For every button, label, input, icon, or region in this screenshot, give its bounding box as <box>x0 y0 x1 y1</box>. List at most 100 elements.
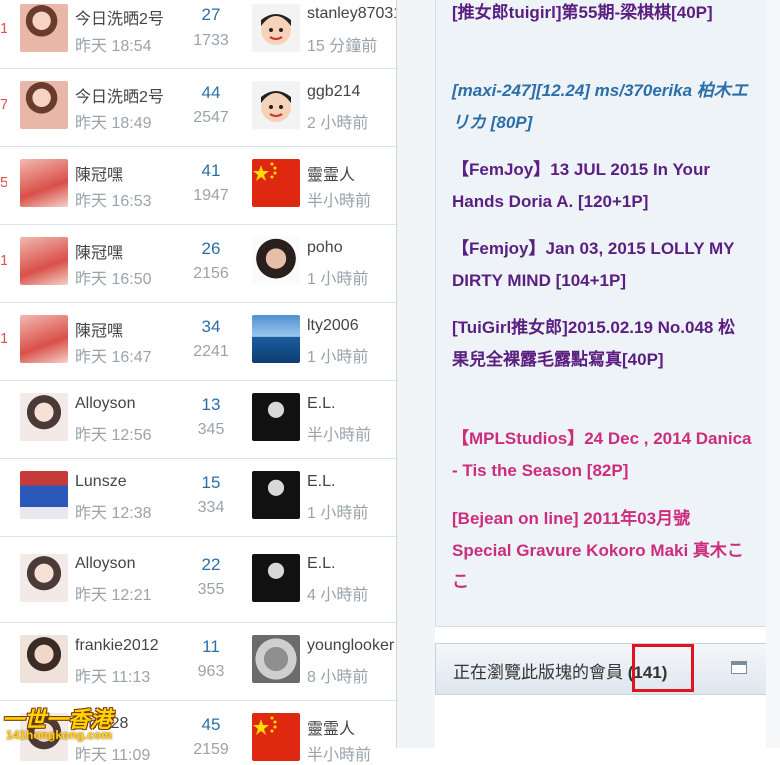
author-name[interactable]: Alloyson <box>75 395 165 413</box>
last-poster-name[interactable]: ggb214 <box>307 83 396 101</box>
author-name[interactable]: 陳冠嘿 <box>75 161 165 185</box>
last-post-time: 1 小時前 <box>307 505 369 522</box>
last-post-time: 8 小時前 <box>307 669 369 686</box>
last-poster-name[interactable]: E.L. <box>307 395 396 413</box>
post-time: 昨天 16:53 <box>75 193 152 210</box>
author-avatar[interactable] <box>20 237 68 285</box>
view-count: 1947 <box>193 187 229 204</box>
hot-topic-link[interactable]: [Bejean on line] 2011年03月號 Special Gravu… <box>452 503 752 598</box>
last-poster-name[interactable]: 靈霊人 <box>307 161 396 185</box>
post-time: 昨天 12:38 <box>75 505 152 522</box>
column-gutter <box>397 0 435 748</box>
highlight-box <box>632 644 694 692</box>
hot-topic-link[interactable]: [maxi-247][12.24] ms/370erika 柏木エリカ [80P… <box>452 75 752 138</box>
author-avatar[interactable] <box>20 554 68 602</box>
reply-count[interactable]: 34 <box>186 317 236 337</box>
last-poster-avatar[interactable] <box>252 315 300 363</box>
table-row: Alloyson 昨天 12:56 13 345 E.L. 半小時前 <box>0 380 396 459</box>
last-post-time: 半小時前 <box>307 427 372 444</box>
watermark-url: 141hongkong.com <box>6 728 113 742</box>
reply-count[interactable]: 22 <box>186 555 236 575</box>
edge-number: 1 <box>0 20 7 37</box>
reply-count[interactable]: 27 <box>186 5 236 25</box>
reply-count[interactable]: 15 <box>186 473 236 493</box>
post-time: 昨天 12:56 <box>75 427 152 444</box>
edge-number: 1 <box>0 252 7 269</box>
online-members-bar[interactable]: 正在瀏覽此版塊的會員 (141) <box>435 643 767 695</box>
last-poster-avatar[interactable] <box>252 713 300 761</box>
watermark-logo: 一世一香港 141hongkong.com <box>2 702 132 746</box>
view-count: 2547 <box>193 109 229 126</box>
last-poster-avatar[interactable] <box>252 393 300 441</box>
table-row: 7 今日洗晒2号 昨天 18:49 44 2547 ggb214 2 小時前 <box>0 68 396 147</box>
view-count: 963 <box>197 663 225 680</box>
last-post-time: 2 小時前 <box>307 115 369 132</box>
last-poster-name[interactable]: lty2006 <box>307 317 396 335</box>
last-poster-name[interactable]: younglooker <box>307 637 396 655</box>
last-poster-avatar[interactable] <box>252 635 300 683</box>
author-name[interactable]: 今日洗晒2号 <box>75 5 165 29</box>
table-row: frankie2012 昨天 11:13 11 963 younglooker … <box>0 622 396 701</box>
last-poster-avatar[interactable] <box>252 4 300 52</box>
hot-topics-panel: [推女郎tuigirl]第55期-梁棋棋[40P] [maxi-247][12.… <box>435 0 767 627</box>
post-time: 昨天 18:54 <box>75 38 152 55</box>
post-time: 昨天 16:47 <box>75 349 152 366</box>
last-poster-avatar[interactable] <box>252 159 300 207</box>
hot-topic-link[interactable]: [TuiGirl推女郎]2015.02.19 No.048 松果兒全裸露毛露點寫… <box>452 312 752 375</box>
author-name[interactable]: 陳冠嘿 <box>75 317 165 341</box>
hot-topic-link[interactable]: [推女郎tuigirl]第55期-梁棋棋[40P] <box>452 0 752 29</box>
last-poster-name[interactable]: E.L. <box>307 555 396 573</box>
view-count: 2241 <box>193 343 229 360</box>
table-row: 1 陳冠嘿 昨天 16:50 26 2156 poho 1 小時前 <box>0 224 396 303</box>
hot-topic-link[interactable]: 【FemJoy】13 JUL 2015 In Your Hands Doria … <box>452 154 752 217</box>
post-time: 昨天 18:49 <box>75 115 152 132</box>
reply-count[interactable]: 41 <box>186 161 236 181</box>
view-count: 1733 <box>193 32 229 49</box>
last-poster-avatar[interactable] <box>252 554 300 602</box>
collapse-icon[interactable] <box>731 661 747 674</box>
hot-topic-link[interactable]: 【MPLStudios】24 Dec , 2014 Danica - Tis t… <box>452 423 752 486</box>
table-row: Lunsze 昨天 12:38 15 334 E.L. 1 小時前 <box>0 458 396 537</box>
last-poster-name[interactable]: poho <box>307 239 396 257</box>
reply-count[interactable]: 11 <box>186 637 236 657</box>
author-name[interactable]: frankie2012 <box>75 637 165 655</box>
last-poster-name[interactable]: stanley87031 <box>307 5 396 23</box>
last-post-time: 1 小時前 <box>307 349 369 366</box>
author-avatar[interactable] <box>20 4 68 52</box>
author-avatar[interactable] <box>20 471 68 519</box>
reply-count[interactable]: 44 <box>186 83 236 103</box>
reply-count[interactable]: 26 <box>186 239 236 259</box>
last-post-time: 半小時前 <box>307 747 372 764</box>
author-avatar[interactable] <box>20 81 68 129</box>
last-poster-avatar[interactable] <box>252 237 300 285</box>
reply-count[interactable]: 45 <box>186 715 236 735</box>
page-margin <box>766 0 780 748</box>
view-count: 345 <box>197 421 225 438</box>
last-post-time: 1 小時前 <box>307 271 369 288</box>
view-count: 2159 <box>193 741 229 758</box>
last-poster-avatar[interactable] <box>252 81 300 129</box>
edge-number: 7 <box>0 96 7 113</box>
last-post-time: 半小時前 <box>307 193 372 210</box>
author-avatar[interactable] <box>20 159 68 207</box>
reply-count[interactable]: 13 <box>186 395 236 415</box>
author-name[interactable]: Alloyson <box>75 555 165 573</box>
table-row: 5 陳冠嘿 昨天 16:53 41 1947 靈霊人 半小時前 <box>0 146 396 225</box>
hot-topic-link[interactable]: 【Femjoy】Jan 03, 2015 LOLLY MY DIRTY MIND… <box>452 233 752 296</box>
last-poster-name[interactable]: E.L. <box>307 473 396 491</box>
author-name[interactable]: 陳冠嘿 <box>75 239 165 263</box>
author-name[interactable]: 今日洗晒2号 <box>75 83 165 107</box>
last-poster-avatar[interactable] <box>252 471 300 519</box>
edge-number: 5 <box>0 174 7 191</box>
last-poster-name[interactable]: 靈霊人 <box>307 715 396 739</box>
author-avatar[interactable] <box>20 635 68 683</box>
author-name[interactable]: Lunsze <box>75 473 165 491</box>
post-time: 昨天 11:13 <box>75 669 151 686</box>
post-time: 昨天 12:21 <box>75 587 152 604</box>
table-row: 1 今日洗晒2号 昨天 18:54 27 1733 stanley87031 1… <box>0 0 396 69</box>
table-row: 1 陳冠嘿 昨天 16:47 34 2241 lty2006 1 小時前 <box>0 302 396 381</box>
author-avatar[interactable] <box>20 393 68 441</box>
author-avatar[interactable] <box>20 315 68 363</box>
table-row: Alloyson 昨天 12:21 22 355 E.L. 4 小時前 <box>0 536 396 623</box>
view-count: 334 <box>197 499 225 516</box>
